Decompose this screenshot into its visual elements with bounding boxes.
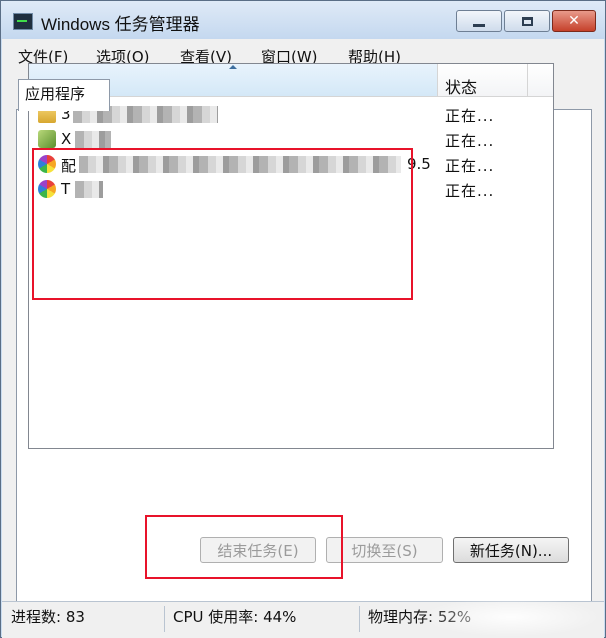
task-status: 正在... [445, 132, 495, 150]
caption-buttons: ✕ [454, 10, 596, 32]
task-name: X [61, 130, 72, 148]
title-bar[interactable]: Windows 任务管理器 ✕ [1, 1, 605, 39]
watermark-overlay [421, 597, 601, 637]
sort-ascending-icon [229, 65, 237, 69]
highlight-box-tasks [32, 148, 413, 300]
column-divider [527, 64, 528, 96]
window-title: Windows 任务管理器 [41, 15, 200, 34]
package-icon [38, 130, 56, 148]
column-status-label[interactable]: 状态 [445, 74, 477, 98]
minimize-icon [473, 23, 485, 27]
new-task-button[interactable]: 新任务(N)... [453, 537, 569, 563]
maximize-button[interactable] [504, 10, 550, 32]
close-icon: ✕ [568, 13, 580, 29]
tab-applications[interactable]: 应用程序 [18, 79, 110, 111]
task-manager-icon [13, 13, 33, 30]
status-divider [359, 606, 360, 632]
switch-to-button[interactable]: 切换至(S) [326, 537, 443, 563]
close-button[interactable]: ✕ [552, 10, 596, 32]
process-count: 进程数: 83 [11, 608, 85, 626]
status-divider [164, 606, 165, 632]
maximize-icon [521, 16, 533, 26]
task-manager-window: Windows 任务管理器 ✕ 文件(F) 选项(O) 查看(V) 窗口(W) … [0, 0, 606, 638]
cpu-usage: CPU 使用率: 44% [173, 608, 297, 626]
task-status: 正在... [445, 107, 495, 125]
redacted-text [75, 131, 111, 148]
minimize-button[interactable] [456, 10, 502, 32]
task-status: 正在... [445, 157, 495, 175]
task-status: 正在... [445, 182, 495, 200]
highlight-box-end-task [145, 515, 343, 579]
